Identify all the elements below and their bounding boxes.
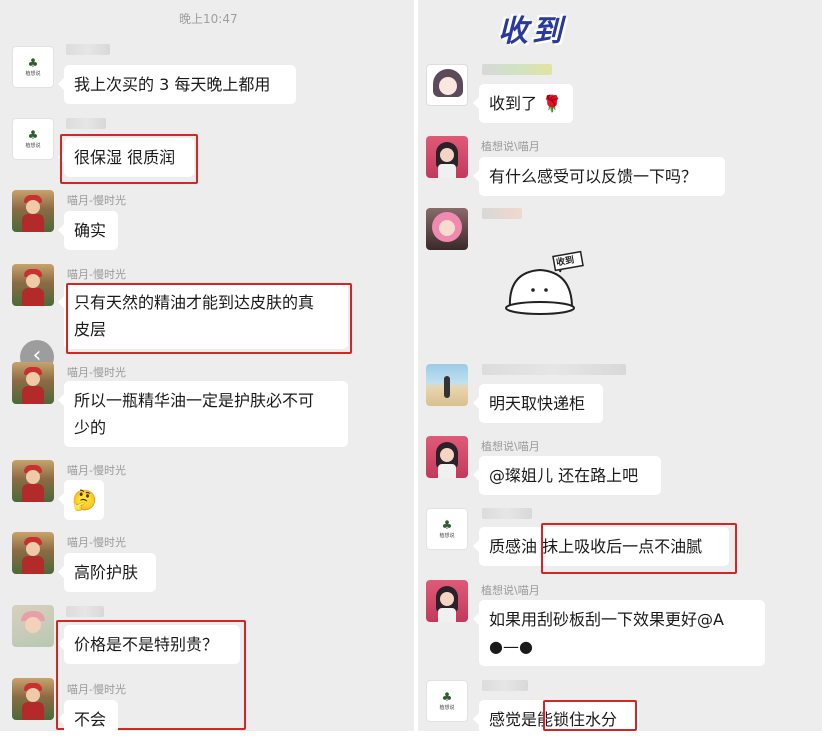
left-chat-screenshot: 晚上10:47 ♣ 植想说 我上次买的 3 每天晚上都用 ♣ 植想说 很保湿 很…	[0, 0, 414, 731]
avatar-user[interactable]	[426, 64, 468, 106]
avatar-user[interactable]	[426, 580, 468, 622]
message-bubble[interactable]: 所以一瓶精华油一定是护肤必不可 少的	[58, 381, 348, 447]
sender-name: 喵月-慢时光	[67, 366, 126, 379]
message-bubble[interactable]: @璨姐儿 还在路上吧	[473, 456, 661, 495]
sender-name-blurred	[482, 508, 532, 519]
message-bubble[interactable]: 确实	[58, 211, 118, 250]
avatar-user[interactable]	[12, 190, 54, 232]
rose-emoji: 🌹	[542, 94, 563, 113]
avatar-user[interactable]	[426, 136, 468, 178]
avatar-user[interactable]	[12, 605, 54, 647]
sender-name-blurred	[482, 208, 522, 219]
message-text: 收到了	[489, 94, 538, 113]
logo-text: 植想说	[439, 705, 455, 711]
sender-name-blurred	[482, 680, 528, 691]
logo-text: 植想说	[439, 533, 455, 539]
message-bubble[interactable]: 我上次买的 3 每天晚上都用	[58, 65, 296, 104]
sprout-icon: ♣	[27, 56, 39, 70]
message-line: 如果用刮砂板刮一下效果更好@A	[489, 610, 724, 629]
sprout-icon: ♣	[27, 128, 39, 142]
sender-name: 喵月-慢时光	[67, 268, 126, 281]
avatar-logo[interactable]: ♣ 植想说	[12, 118, 54, 160]
message-bubble[interactable]: 不会	[58, 700, 118, 731]
sender-name: 喵月-慢时光	[67, 464, 126, 477]
sender-name-blurred	[66, 118, 106, 129]
sprout-icon: ♣	[441, 690, 453, 704]
sender-name-blurred	[66, 44, 110, 55]
sender-name-blurred	[66, 606, 104, 617]
highlight-box	[60, 134, 198, 184]
sticker-received[interactable]: 收到	[500, 250, 590, 320]
logo-text: 植想说	[25, 71, 41, 77]
blob-sticker-icon	[505, 250, 584, 315]
message-line: 少的	[74, 418, 107, 437]
message-bubble[interactable]: 收到了 🌹	[473, 84, 573, 123]
highlight-box	[541, 523, 737, 574]
thinking-emoji[interactable]: 🤔	[58, 480, 104, 520]
avatar-user[interactable]	[426, 364, 468, 406]
avatar-logo[interactable]: ♣ 植想说	[426, 508, 468, 550]
sprout-icon: ♣	[441, 518, 453, 532]
avatar-user[interactable]	[426, 208, 468, 250]
avatar-logo[interactable]: ♣ 植想说	[12, 46, 54, 88]
avatar-user[interactable]	[12, 532, 54, 574]
sender-name-blurred	[482, 64, 552, 75]
received-sticker-top[interactable]: 收到	[498, 6, 566, 50]
avatar-user[interactable]	[12, 264, 54, 306]
sender-name: 植想说\喵月	[481, 140, 540, 153]
avatar-logo[interactable]: ♣ 植想说	[426, 680, 468, 722]
message-bubble[interactable]: 明天取快递柜	[473, 384, 603, 423]
sender-name: 喵月-慢时光	[67, 536, 126, 549]
message-bubble[interactable]: 高阶护肤	[58, 553, 156, 592]
avatar-user[interactable]	[426, 436, 468, 478]
highlight-box	[543, 700, 637, 731]
avatar-user[interactable]	[12, 460, 54, 502]
message-bubble[interactable]: 有什么感受可以反馈一下吗？	[473, 157, 725, 196]
highlight-box	[66, 283, 352, 354]
message-bubble[interactable]: 如果用刮砂板刮一下效果更好@A ●—●	[473, 600, 765, 666]
avatar-user[interactable]	[12, 678, 54, 720]
sender-name: 植想说\喵月	[481, 584, 540, 597]
message-line: ●—●	[489, 637, 533, 656]
timestamp: 晚上10:47	[179, 12, 238, 26]
sender-name: 喵月-慢时光	[67, 194, 126, 207]
sender-name: 植想说\喵月	[481, 440, 540, 453]
logo-text: 植想说	[25, 143, 41, 149]
avatar-user[interactable]	[12, 362, 54, 404]
message-line: 所以一瓶精华油一定是护肤必不可	[74, 391, 315, 410]
sender-name-blurred	[482, 364, 626, 375]
sender-name: 喵月-慢时光	[67, 683, 126, 696]
